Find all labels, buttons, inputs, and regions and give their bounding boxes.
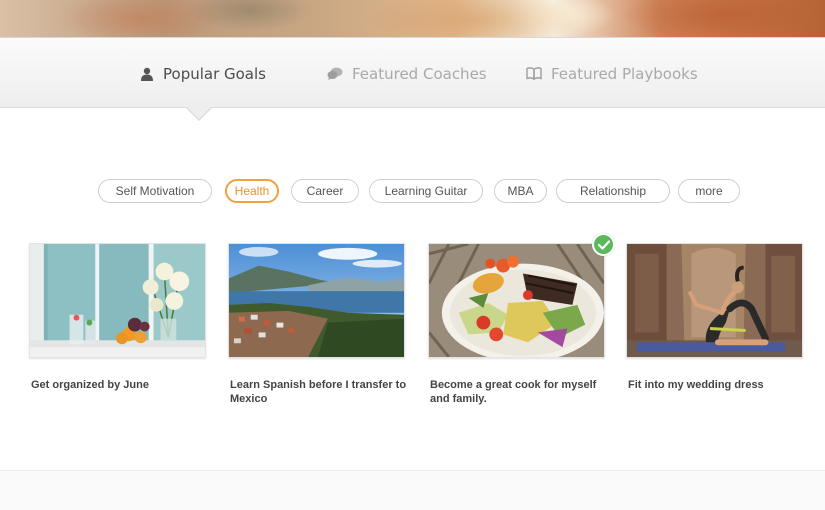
goal-card[interactable]: Become a great cook for myself and famil… <box>428 243 605 406</box>
category-relationship[interactable]: Relationship <box>556 179 670 203</box>
category-more[interactable]: more <box>678 179 740 203</box>
chat-bubbles-icon <box>327 67 343 80</box>
goal-card[interactable]: Learn Spanish before I transfer to Mexic… <box>228 243 406 406</box>
tab-label: Featured Coaches <box>352 64 487 83</box>
grilled-food-plate-photo <box>428 243 605 358</box>
category-mba[interactable]: MBA <box>494 179 547 203</box>
goal-card[interactable]: Get organized by June <box>29 243 206 392</box>
tab-featured-playbooks[interactable]: Featured Playbooks <box>526 38 698 109</box>
tab-popular-goals[interactable]: Popular Goals <box>140 38 266 109</box>
person-icon <box>141 67 153 81</box>
footer-area <box>0 470 825 510</box>
book-icon <box>526 67 542 80</box>
yoga-pose-photo <box>626 243 803 358</box>
active-tab-pointer-fill <box>186 106 212 119</box>
hero-banner-image <box>0 0 825 37</box>
tab-label: Featured Playbooks <box>551 64 698 83</box>
kitchen-window-flowers-fruit-photo <box>29 243 206 358</box>
lake-town-mountains-photo <box>228 243 405 358</box>
category-self-motivation[interactable]: Self Motivation <box>98 179 212 203</box>
category-health[interactable]: Health <box>225 179 279 203</box>
category-career[interactable]: Career <box>291 179 359 203</box>
goal-card[interactable]: Fit into my wedding dress <box>626 243 803 392</box>
goal-title[interactable]: Become a great cook for myself and famil… <box>430 378 610 406</box>
goal-title[interactable]: Fit into my wedding dress <box>628 378 808 392</box>
goal-title[interactable]: Get organized by June <box>31 378 211 392</box>
selected-checkmark-icon <box>592 233 615 256</box>
tab-featured-coaches[interactable]: Featured Coaches <box>327 38 487 109</box>
category-learning-guitar[interactable]: Learning Guitar <box>369 179 483 203</box>
goal-title[interactable]: Learn Spanish before I transfer to Mexic… <box>230 378 410 406</box>
tab-bar: Popular Goals Featured Coaches Featured … <box>0 37 825 108</box>
tab-label: Popular Goals <box>163 64 266 83</box>
